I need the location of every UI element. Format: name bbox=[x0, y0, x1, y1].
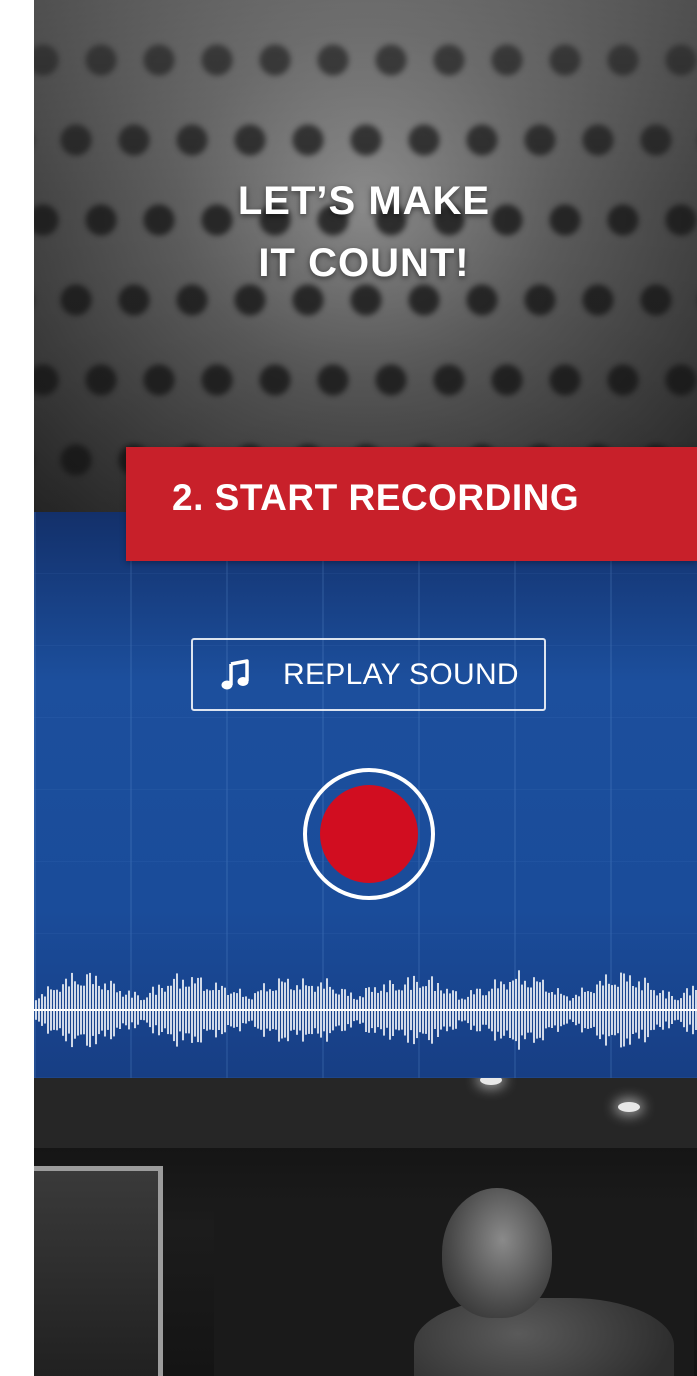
replay-sound-label: REPLAY SOUND bbox=[283, 657, 519, 691]
replay-sound-button[interactable]: REPLAY SOUND bbox=[191, 638, 546, 711]
person-head bbox=[442, 1188, 552, 1318]
studio-window bbox=[34, 1166, 163, 1376]
step-title: 2. START RECORDING bbox=[172, 477, 580, 518]
record-icon bbox=[320, 785, 418, 883]
studio-image bbox=[34, 1078, 697, 1376]
audio-waveform bbox=[34, 970, 697, 1050]
step-banner: 2. START RECORDING bbox=[126, 447, 697, 561]
hero-title-line: LET’S MAKE bbox=[237, 179, 491, 223]
left-margin bbox=[0, 0, 34, 1376]
hero-title: LET’S MAKE IT COUNT! bbox=[174, 170, 554, 294]
page: LET’S MAKE IT COUNT! 2. START RECORDING … bbox=[0, 0, 697, 1376]
ceiling-light bbox=[618, 1102, 640, 1112]
music-note-icon bbox=[219, 658, 253, 692]
hero-image: LET’S MAKE IT COUNT! bbox=[34, 0, 697, 512]
hero-title-line: IT COUNT! bbox=[258, 241, 470, 285]
person-body bbox=[414, 1298, 674, 1376]
record-button[interactable] bbox=[303, 768, 435, 900]
